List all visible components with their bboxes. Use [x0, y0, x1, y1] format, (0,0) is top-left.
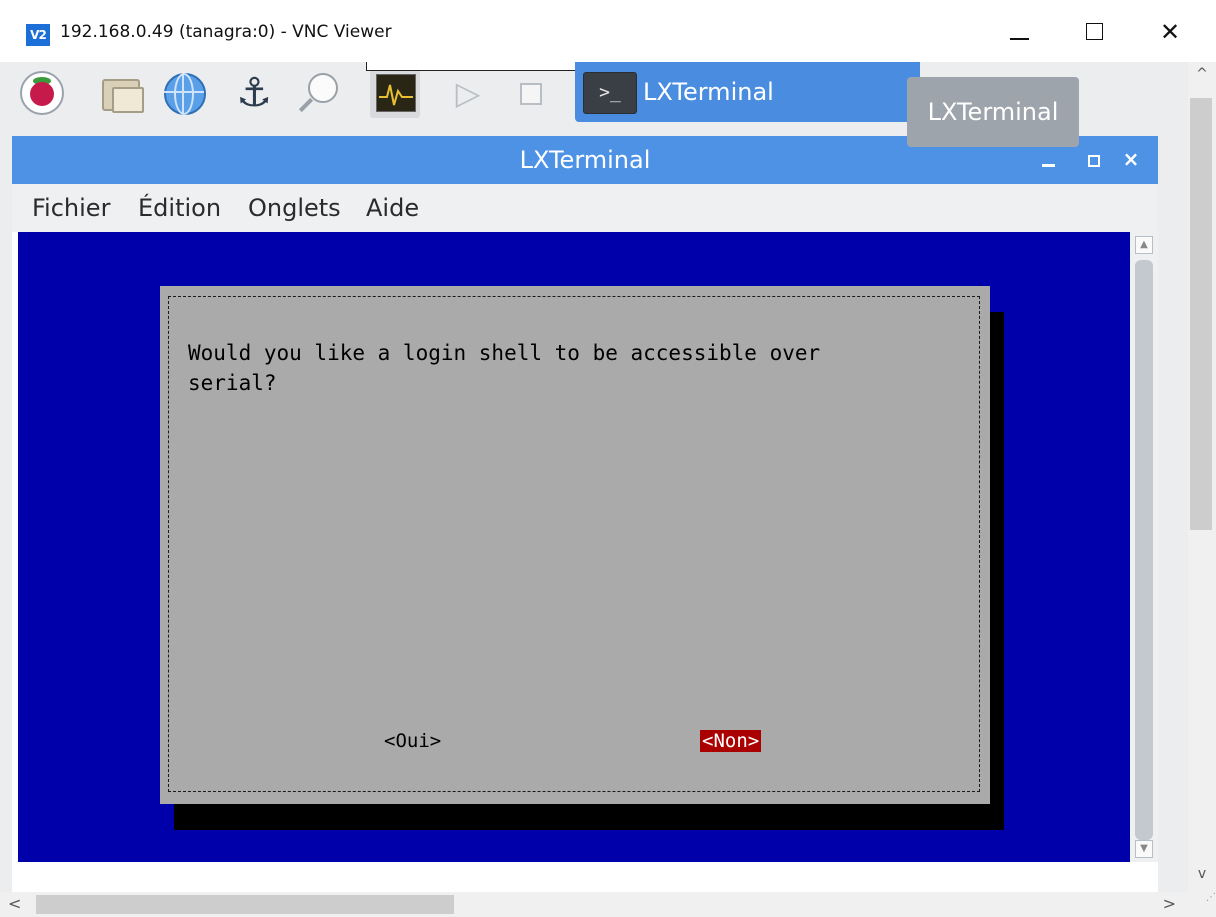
lxterminal-window: LXTerminal × Fichier Édition Onglets Aid…: [12, 136, 1158, 892]
whiptail-dialog: Would you like a login shell to be acces…: [160, 286, 990, 804]
scroll-right-arrow-icon[interactable]: >: [1163, 894, 1176, 913]
horizontal-scroll-thumb[interactable]: [36, 895, 454, 914]
web-browser-icon[interactable]: [162, 71, 206, 115]
scroll-thumb[interactable]: [1135, 260, 1153, 840]
stop-icon[interactable]: [508, 71, 552, 115]
remote-desktop[interactable]: ⚓ ▷ >_ LXTerminal LXTerminal × Fichier É…: [0, 62, 1188, 892]
taskbar-item-label: LXTerminal: [643, 78, 774, 106]
anchor-icon[interactable]: ⚓: [232, 71, 276, 115]
minimize-icon: [1042, 164, 1055, 167]
close-button[interactable]: ✕: [1144, 8, 1196, 56]
window-title: 192.168.0.49 (tanagra:0) - VNC Viewer: [60, 22, 392, 42]
play-icon[interactable]: ▷: [446, 71, 490, 115]
resize-grip-icon[interactable]: ⋰: [1188, 892, 1216, 917]
minimize-button[interactable]: [994, 8, 1046, 56]
scroll-down-icon[interactable]: ▼: [1135, 840, 1153, 858]
tooltip: LXTerminal: [907, 77, 1079, 147]
horizontal-scrollbar[interactable]: < >: [0, 892, 1188, 917]
raspberry-menu-icon[interactable]: [20, 71, 64, 115]
menu-bar: Fichier Édition Onglets Aide: [12, 184, 1158, 232]
scroll-up-arrow-icon[interactable]: ^: [1188, 66, 1216, 86]
scroll-up-icon[interactable]: ▲: [1135, 236, 1153, 254]
menu-onglets[interactable]: Onglets: [248, 194, 341, 222]
lxterminal-title: LXTerminal: [519, 146, 651, 174]
lxterminal-maximize-button[interactable]: [1080, 146, 1106, 172]
no-button[interactable]: <Non>: [700, 730, 762, 752]
minimize-icon: [1010, 38, 1029, 40]
dialog-message: Would you like a login shell to be acces…: [188, 341, 821, 395]
menu-aide[interactable]: Aide: [366, 194, 419, 222]
menu-edition[interactable]: Édition: [138, 194, 221, 222]
maximize-icon: [1088, 155, 1100, 167]
file-manager-icon[interactable]: [98, 71, 144, 115]
terminal-scrollbar[interactable]: ▲ ▼: [1130, 232, 1158, 862]
maximize-button[interactable]: [1068, 8, 1120, 56]
maximize-icon: [1086, 23, 1103, 40]
terminal-area[interactable]: Would you like a login shell to be acces…: [18, 232, 1130, 862]
taskbar-item-lxterminal[interactable]: >_ LXTerminal: [575, 62, 920, 122]
vertical-scroll-thumb[interactable]: [1190, 98, 1212, 530]
scroll-down-arrow-icon[interactable]: v: [1188, 866, 1216, 886]
close-icon: ✕: [1159, 18, 1181, 46]
scroll-left-arrow-icon[interactable]: <: [8, 894, 21, 913]
close-icon: ×: [1122, 147, 1140, 171]
menu-fichier[interactable]: Fichier: [32, 194, 110, 222]
magnifier-icon[interactable]: [296, 71, 340, 115]
yes-button[interactable]: <Oui>: [382, 730, 443, 752]
lxterminal-close-button[interactable]: ×: [1118, 146, 1144, 172]
vnc-logo-icon: V2: [26, 24, 50, 46]
terminal-icon: >_: [583, 72, 637, 114]
system-monitor-icon[interactable]: [370, 66, 420, 118]
lxterminal-minimize-button[interactable]: [1036, 146, 1062, 172]
vertical-scrollbar[interactable]: ^ v: [1188, 62, 1216, 892]
vnc-titlebar[interactable]: V2 192.168.0.49 (tanagra:0) - VNC Viewer…: [0, 0, 1216, 63]
